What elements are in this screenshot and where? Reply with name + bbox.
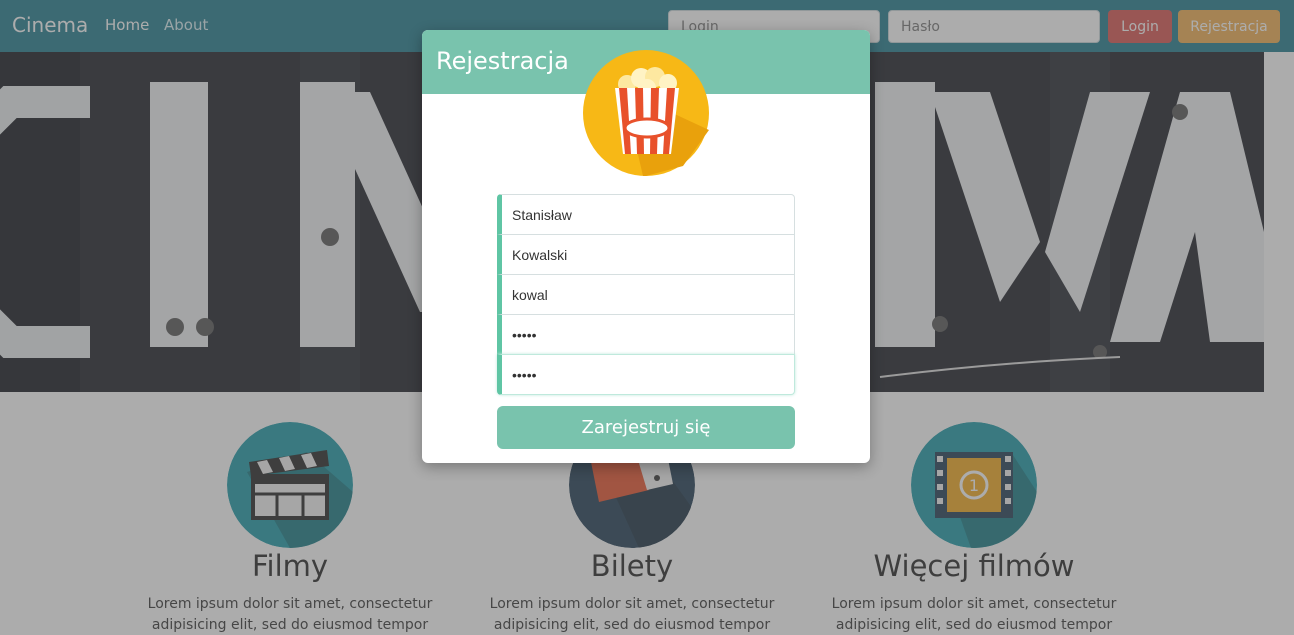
register-submit-button[interactable]: Zarejestruj się xyxy=(497,406,795,449)
login-field[interactable] xyxy=(497,274,795,315)
registration-form xyxy=(497,194,795,395)
password-confirm-field[interactable] xyxy=(497,354,795,395)
password-field[interactable] xyxy=(497,314,795,355)
last-name-field[interactable] xyxy=(497,234,795,275)
popcorn-icon xyxy=(583,50,709,176)
modal-title: Rejestracja xyxy=(436,47,569,75)
first-name-field[interactable] xyxy=(497,194,795,235)
registration-modal: Rejestracja Zarejestruj się xyxy=(422,30,870,463)
